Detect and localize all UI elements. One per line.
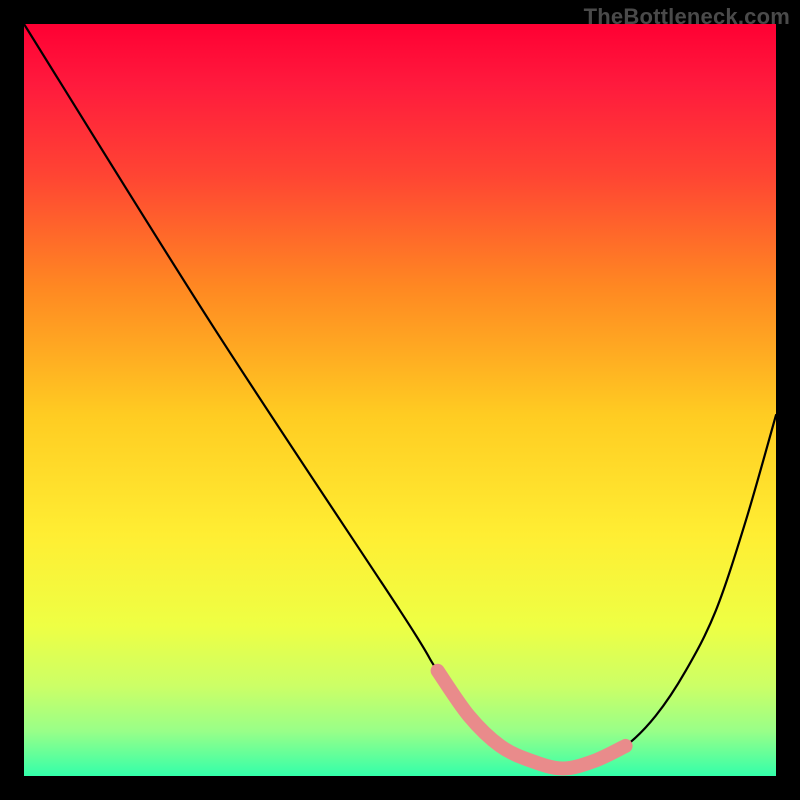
gradient-background [24, 24, 776, 776]
chart-frame: TheBottleneck.com [0, 0, 800, 800]
bottleneck-chart-svg [24, 24, 776, 776]
chart-plot-area [24, 24, 776, 776]
